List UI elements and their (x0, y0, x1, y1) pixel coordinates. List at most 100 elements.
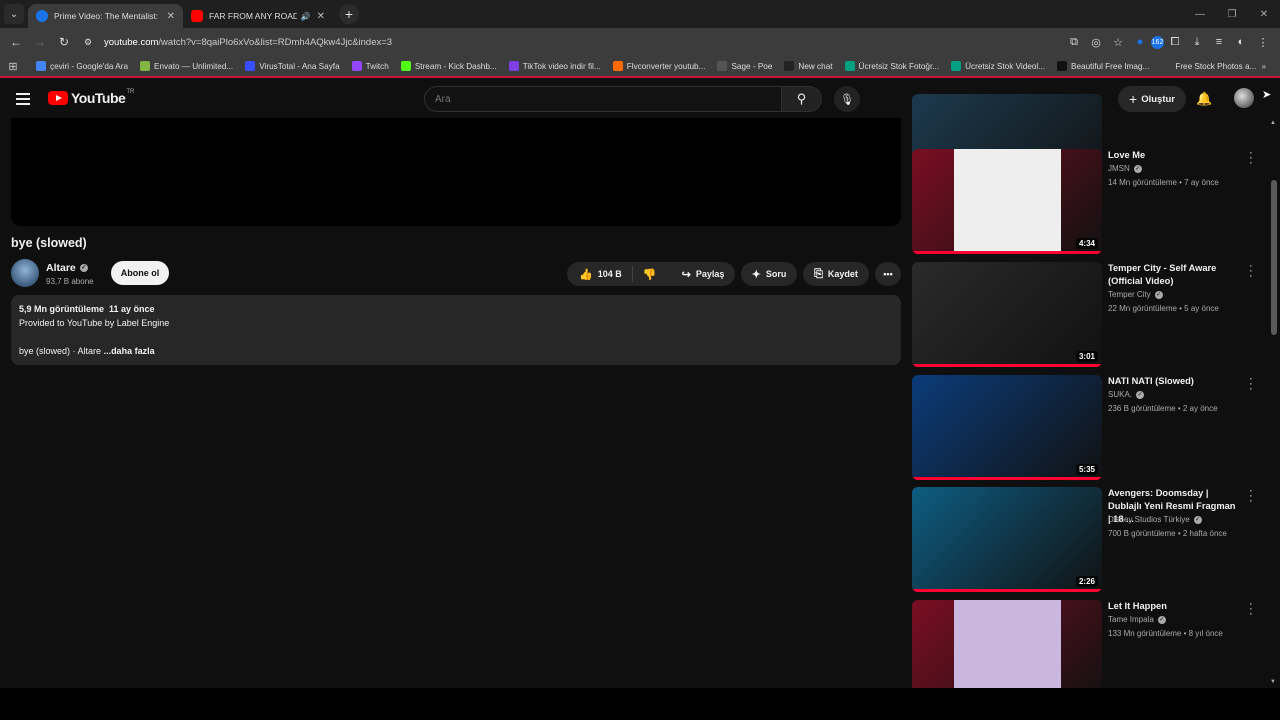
bookmark-item[interactable]: Beautiful Free Imag... (1057, 61, 1149, 71)
close-window-icon[interactable]: ✕ (1248, 0, 1280, 28)
hide-icon[interactable]: ◎ (1085, 31, 1107, 53)
bookmark-item[interactable]: çeviri - Google'da Ara (36, 61, 128, 71)
bookmark-item[interactable]: Stream - Kick Dashb... (400, 61, 497, 71)
bookmark-star-icon[interactable]: ☆ (1107, 31, 1129, 53)
close-tab-icon[interactable]: ✕ (317, 11, 325, 22)
recommended-channel[interactable]: Tame Impala ✓ (1108, 615, 1166, 624)
bookmark-favicon-icon (951, 61, 962, 71)
recommended-video[interactable]: 5:35 NATI NATI (Slowed) SUKA. ✓ 236 B görünt… (912, 374, 1267, 483)
bookmark-item[interactable]: Twitch (351, 61, 389, 71)
like-button[interactable]: 👍 104 B (567, 266, 633, 282)
like-count: 104 B (597, 269, 622, 279)
reload-icon[interactable]: ↻ (52, 30, 76, 54)
share-icon: ↪ (681, 268, 691, 281)
browser-menu-icon[interactable]: ⋮ (1252, 31, 1274, 53)
bookmark-icon: ⎘ (814, 267, 823, 280)
more-vertical-icon[interactable]: · · · (1249, 374, 1253, 395)
download-icon[interactable]: ⤓ (1186, 31, 1208, 53)
thumbs-down-icon: 👎 (642, 268, 657, 281)
bookmark-item[interactable]: TikTok video indir fil... (508, 61, 601, 71)
recommended-title[interactable]: Love Me (1108, 149, 1238, 162)
ask-button[interactable]: ✦ Soru (741, 262, 797, 286)
channel-name[interactable]: Altare ✓ (46, 262, 88, 274)
apps-grid-icon[interactable]: ⊞ (2, 60, 24, 73)
recommended-video[interactable]: 3:01 Temper City - Self Aware (Official V… (912, 261, 1267, 370)
install-app-icon[interactable]: ⧉ (1063, 31, 1085, 53)
microphone-icon: 🎙 (840, 93, 854, 106)
new-tab-button[interactable]: + (339, 4, 359, 24)
bookmark-item[interactable]: Ücretsiz Stok Videol... (951, 61, 1045, 71)
extensions-area: ⧉ ◎ ☆ ● 162 ⧠ ⤓ ≡ ◐ ⋮ (1063, 31, 1274, 53)
bookmark-label: Ücretsiz Stok Videol... (965, 61, 1046, 71)
share-button[interactable]: ↪ Paylaş (671, 262, 735, 286)
bookmark-label: Twitch (365, 61, 389, 71)
bookmark-item[interactable]: New chat (784, 61, 833, 71)
save-button[interactable]: ⎘ Kaydet (803, 262, 869, 286)
extensions-puzzle-icon[interactable]: ⧠ (1164, 31, 1186, 53)
minimize-icon[interactable]: — (1184, 0, 1216, 28)
url-field[interactable]: youtube.com/watch?v=8qaiPlo6xVo&list=RDm… (104, 31, 1063, 53)
menu-icon[interactable] (16, 93, 30, 108)
more-vertical-icon[interactable]: · · · (1249, 486, 1253, 507)
bookmark-item[interactable]: Free Stock Photos a... (1161, 61, 1256, 71)
bookmark-label: TikTok video indir fil... (522, 61, 601, 71)
video-player[interactable] (11, 118, 901, 226)
recommended-channel[interactable]: Temper City ✓ (1108, 290, 1163, 299)
video-thumbnail[interactable]: 4:34 (912, 149, 1102, 254)
more-vertical-icon[interactable]: · · · (1249, 599, 1253, 620)
browser-tab-1[interactable]: Prime Video: The Mentalist: Sea ✕ (28, 4, 183, 28)
description-box[interactable]: 5,9 Mn görüntüleme 11 ay önce Provided t… (11, 295, 901, 365)
watch-progress-bar (912, 589, 1102, 592)
extension-icon[interactable]: ● (1129, 31, 1151, 53)
bookmark-item[interactable]: VirusTotal - Ana Sayfa (245, 61, 340, 71)
search-button[interactable]: ⚲ (782, 86, 822, 112)
channel-avatar[interactable] (11, 259, 39, 287)
recommended-video[interactable]: 2:26 Avengers: Doomsday | Dublajlı Yeni R… (912, 486, 1267, 595)
extension-badge[interactable]: 162 (1151, 35, 1164, 49)
media-control-icon[interactable]: ≡ (1208, 31, 1230, 53)
more-bookmarks-icon[interactable]: » (1261, 62, 1266, 71)
site-info-icon[interactable]: ⚙ (76, 30, 100, 54)
dislike-button[interactable]: 👎 (633, 268, 657, 281)
subscribe-button[interactable]: Abone ol (111, 261, 169, 285)
scroll-up-icon[interactable]: ▲ (1270, 120, 1276, 126)
close-tab-icon[interactable]: ✕ (167, 11, 175, 22)
bookmark-item[interactable]: Ücretsiz Stok Fotoğr... (844, 61, 939, 71)
more-vertical-icon[interactable]: · · · (1249, 148, 1253, 169)
recommended-channel[interactable]: JMSN ✓ (1108, 164, 1142, 173)
verified-icon: ✓ (79, 264, 88, 272)
recommended-title[interactable]: NATI NATI (Slowed) (1108, 375, 1238, 388)
recommended-title[interactable]: Let It Happen (1108, 600, 1238, 613)
scrollbar[interactable] (1271, 180, 1277, 335)
youtube-play-icon (48, 91, 68, 105)
voice-search-button[interactable]: 🎙 (834, 86, 860, 112)
recommended-video[interactable]: 4:34 Love Me JMSN ✓ 14 Mn görüntüleme • 7 ay… (912, 148, 1267, 257)
bookmark-item[interactable]: Envato — Unlimited... (140, 61, 233, 71)
scroll-down-icon[interactable]: ▼ (1270, 679, 1276, 685)
recommended-title[interactable]: Temper City - Self Aware (Official Video… (1108, 262, 1238, 288)
video-thumbnail[interactable]: 3:01 (912, 262, 1102, 367)
back-icon[interactable]: ← (4, 30, 28, 54)
show-more-link[interactable]: ...daha fazla (104, 346, 155, 356)
youtube-logo[interactable]: YouTube TR (48, 89, 134, 106)
bookmark-label: Stream - Kick Dashb... (414, 61, 497, 71)
speaker-icon[interactable]: 🔊 (301, 12, 311, 21)
forward-icon[interactable]: → (28, 30, 52, 54)
search-input[interactable] (424, 86, 782, 112)
description-line: Provided to YouTube by Label Engine (19, 318, 170, 328)
tab-title: FAR FROM ANY ROAD vide (209, 11, 297, 21)
profile-icon[interactable]: ◐ (1230, 31, 1252, 53)
browser-tab-2[interactable]: FAR FROM ANY ROAD vide 🔊 ✕ (183, 4, 333, 28)
restore-icon[interactable]: ❐ (1216, 0, 1248, 28)
bookmark-item[interactable]: Flvconverter youtub... (612, 61, 705, 71)
video-thumbnail[interactable]: 5:35 (912, 375, 1102, 480)
recommended-channel[interactable]: Disney Studios Türkiye ✓ (1108, 515, 1202, 524)
more-vertical-icon[interactable]: · · · (1249, 261, 1253, 282)
tab-search-icon[interactable]: ⌄ (4, 4, 24, 24)
video-thumbnail[interactable]: 2:26 (912, 487, 1102, 592)
thumbs-up-icon: 👍 (579, 268, 593, 281)
more-actions-button[interactable]: ••• (875, 262, 901, 286)
recommended-channel[interactable]: SUKA. ✓ (1108, 390, 1145, 399)
video-title: bye (slowed) (11, 236, 87, 250)
bookmark-item[interactable]: Sage - Poe (717, 61, 772, 71)
